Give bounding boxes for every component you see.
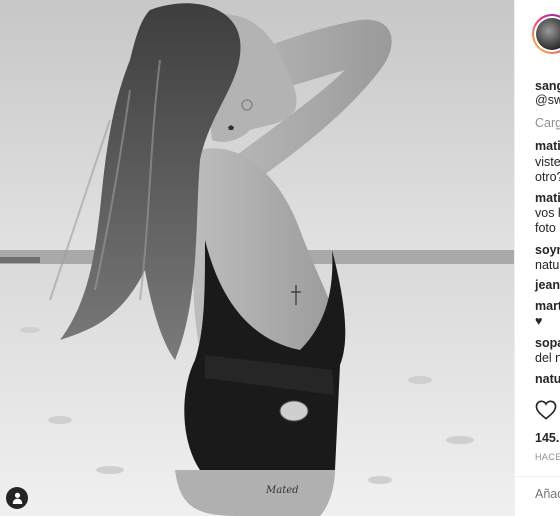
comment-1-text: otro? [535, 170, 560, 184]
add-comment-input[interactable] [535, 487, 560, 501]
likes-count[interactable]: 145. [535, 431, 559, 445]
svg-text:Mated: Mated [265, 485, 299, 496]
user-tag-icon [12, 492, 22, 504]
comment-6-username[interactable]: sopa [535, 336, 560, 351]
like-button[interactable] [535, 400, 557, 425]
heart-icon [535, 400, 557, 420]
comment-1-username[interactable]: mati [535, 139, 560, 154]
comment-5-username[interactable]: mart [535, 299, 560, 314]
comment-3-username[interactable]: soym [535, 243, 560, 258]
owner-handle[interactable]: @sw [535, 93, 560, 108]
comment-6-text: del n [535, 351, 560, 365]
add-comment-row [515, 476, 560, 516]
comment-7-username[interactable]: natu [535, 372, 560, 387]
comment-5-text: ♥ [535, 314, 543, 328]
loading-text: Carg [535, 116, 560, 130]
post-side-panel: sang @sw Carg mati viste otro? mati vos … [515, 0, 560, 516]
avatar-image [536, 18, 560, 50]
avatar[interactable] [532, 14, 560, 54]
post-photo[interactable]: Mated [0, 0, 514, 516]
post-timestamp: HACE [535, 452, 560, 462]
beach-photo-image: Mated [0, 0, 514, 516]
comment-1-text: viste [535, 155, 560, 169]
comment-2-text: vos h [535, 206, 560, 220]
comment-3-text: natu [535, 258, 560, 272]
comment-4-username[interactable]: jeane [535, 278, 560, 293]
comment-2-username[interactable]: mati [535, 191, 560, 206]
owner-username[interactable]: sang [535, 79, 560, 94]
comment-2-text: foto [535, 221, 556, 235]
tagged-users-button[interactable] [6, 487, 28, 509]
